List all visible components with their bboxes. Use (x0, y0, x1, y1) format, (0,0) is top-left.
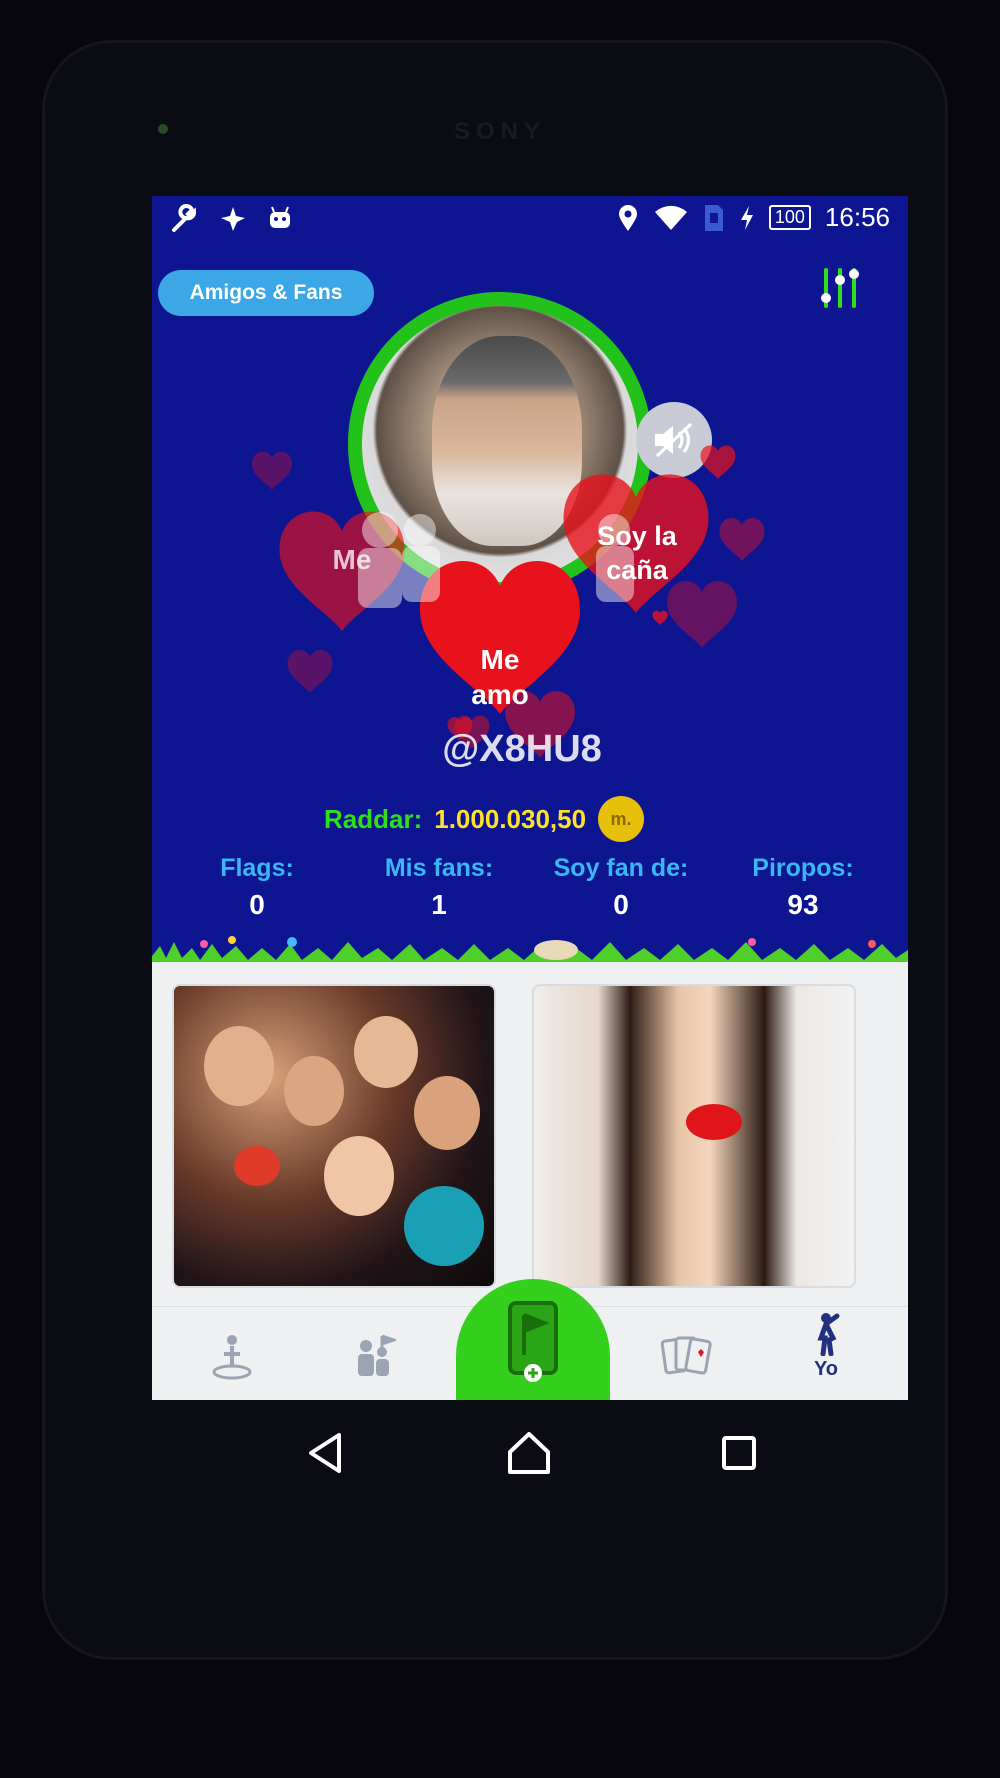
stat-fan-of[interactable]: Soy fan de: 0 (536, 854, 706, 921)
party-photo[interactable] (172, 984, 496, 1288)
stat-flags[interactable]: Flags: 0 (172, 854, 342, 921)
recents-button[interactable] (714, 1428, 764, 1478)
profile-username: @X8HU8 (442, 728, 602, 770)
stat-label: Soy fan de: (553, 854, 689, 882)
add-flag-phone-icon (508, 1301, 558, 1382)
profile-stats: Flags: 0 Mis fans: 1 Soy fan de: 0 Pirop… (172, 854, 888, 921)
stat-value: 93 (787, 889, 819, 920)
stat-value: 0 (613, 889, 629, 920)
device-brand: SONY (453, 118, 546, 145)
kiss-photo[interactable] (532, 984, 856, 1288)
coin-icon[interactable]: m. (598, 796, 645, 842)
home-button[interactable] (504, 1428, 554, 1478)
back-triangle-icon (309, 1433, 341, 1473)
raddar-label: Raddar: (324, 803, 423, 834)
back-button[interactable] (300, 1428, 350, 1478)
stat-fans[interactable]: Mis fans: 1 (354, 854, 524, 921)
cards-icon (660, 1336, 712, 1375)
heart-left-label: Me (332, 544, 372, 575)
heart-right-label: Soy la caña (597, 521, 677, 585)
nav-cards[interactable] (646, 1321, 726, 1391)
nav-nearby[interactable] (192, 1321, 272, 1391)
recents-square-icon (722, 1436, 756, 1470)
stat-value: 0 (249, 889, 265, 920)
nav-add-flag[interactable] (456, 1279, 610, 1400)
app-screen: 100 16:56 Amigos & Fans Me Soy la caña M… (152, 196, 908, 1400)
stat-label: Mis fans: (384, 854, 494, 882)
stat-label: Piropos: (752, 854, 854, 882)
raddar-balance: Raddar: 1.000.030,50 m. (324, 796, 645, 842)
lips-detail (686, 1104, 742, 1140)
nav-yo-label: Yo (813, 1357, 839, 1380)
hearts-overlay (252, 445, 765, 758)
heart-center-label[interactable]: Me amo (440, 642, 560, 712)
stat-value: 1 (431, 889, 447, 920)
nav-yo[interactable]: Yo (786, 1311, 866, 1381)
bottom-navigation: Yo (152, 1279, 908, 1400)
system-navigation (152, 1410, 908, 1490)
content-area: Yo (152, 962, 908, 1400)
fans-flag-icon (358, 1334, 396, 1376)
location-person-icon (212, 1335, 252, 1380)
nav-fans[interactable] (334, 1321, 414, 1391)
stat-label: Flags: (220, 854, 294, 882)
person-icon (817, 1312, 840, 1356)
stat-piropos[interactable]: Piropos: 93 (718, 854, 888, 921)
raddar-value: 1.000.030,50 (434, 803, 587, 834)
home-icon (508, 1432, 550, 1474)
